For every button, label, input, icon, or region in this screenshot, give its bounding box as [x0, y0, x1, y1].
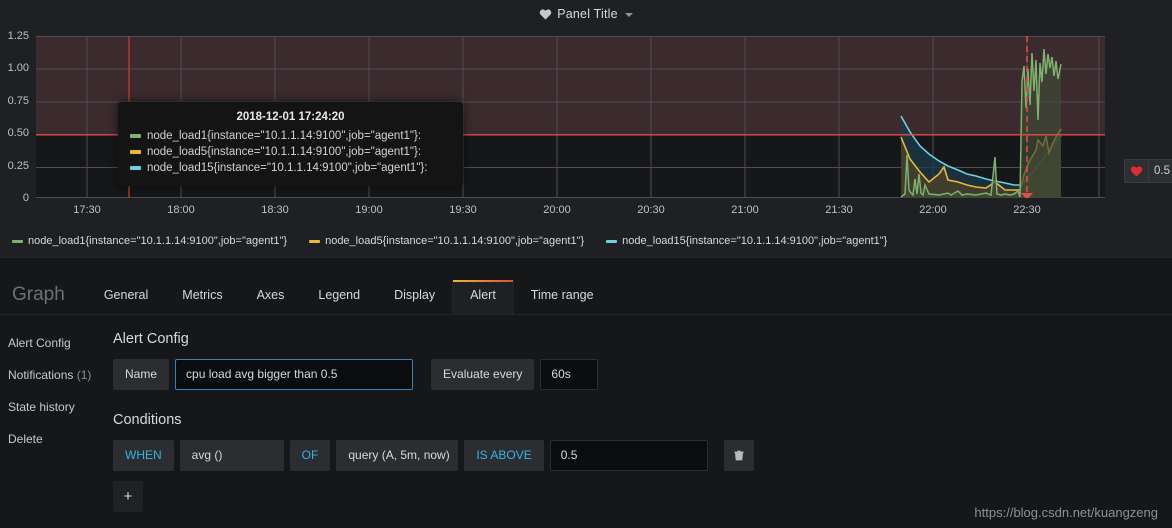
x-axis-tick: 20:00: [543, 204, 571, 216]
tab-alert[interactable]: Alert: [452, 280, 514, 314]
y-axis-tick: 0.25: [7, 159, 29, 172]
watermark: https://blog.csdn.net/kuangzeng: [974, 505, 1158, 520]
add-condition-button[interactable]: +: [113, 481, 143, 512]
panel-title: Panel Title: [557, 7, 618, 21]
sidebar-item-state-history[interactable]: State history: [0, 391, 110, 423]
condition-evaluator-select[interactable]: IS ABOVE: [464, 440, 544, 471]
series-color-swatch: [130, 134, 141, 138]
threshold-value[interactable]: 0.5: [1148, 160, 1172, 182]
evaluate-every-label: Evaluate every: [431, 359, 535, 390]
condition-row: WHEN avg () OF query (A, 5m, now) IS ABO…: [113, 440, 1172, 471]
legend-label: node_load15{instance="10.1.1.14:9100",jo…: [622, 235, 888, 247]
editor-tabbar: Graph General Metrics Axes Legend Displa…: [0, 272, 1172, 315]
chevron-down-icon[interactable]: [624, 13, 633, 17]
legend-label: node_load5{instance="10.1.1.14:9100",job…: [325, 235, 585, 247]
tooltip-series-row: node_load1{instance="10.1.1.14:9100",job…: [130, 128, 451, 144]
panel-title-dropdown[interactable]: Panel Title: [539, 7, 633, 21]
x-axis-tick: 20:30: [637, 204, 665, 216]
editor-kind-label: Graph: [12, 284, 65, 305]
x-axis: 17:30 18:00 18:30 19:00 19:30 20:00 20:30 21:00…: [36, 204, 1105, 224]
alert-name-input[interactable]: cpu load avg bigger than 0.5: [175, 359, 414, 390]
tooltip-series-label: node_load15{instance="10.1.1.14:9100",jo…: [147, 162, 428, 174]
evaluate-every-input[interactable]: 60s: [540, 359, 599, 390]
heart-icon: [539, 8, 552, 20]
tab-general[interactable]: General: [87, 280, 165, 314]
y-axis-tick: 1.00: [7, 62, 29, 75]
grafana-panel-editor: Panel Title 0 0.25 0.50 0.75 1.00 1.25 1…: [0, 0, 1172, 528]
graph-panel: Panel Title 0 0.25 0.50 0.75 1.00 1.25 1…: [0, 0, 1172, 258]
y-axis-tick: 0.75: [7, 94, 29, 107]
tab-metrics[interactable]: Metrics: [165, 280, 239, 314]
tooltip-series-row: node_load15{instance="10.1.1.14:9100",jo…: [130, 160, 451, 176]
notifications-count: (1): [76, 368, 92, 382]
legend-item[interactable]: node_load1{instance="10.1.1.14:9100",job…: [12, 235, 287, 247]
y-axis-tick: 0.50: [7, 127, 29, 140]
alert-editor: Alert Config Notifications (1) State his…: [0, 315, 1172, 528]
alert-config-form: Alert Config Name cpu load avg bigger th…: [113, 315, 1172, 512]
legend-label: node_load1{instance="10.1.1.14:9100",job…: [28, 235, 288, 247]
x-axis-tick: 17:30: [73, 204, 101, 216]
condition-reducer-select[interactable]: avg (): [179, 440, 284, 471]
legend-color-swatch[interactable]: [12, 239, 23, 243]
panel-header: Panel Title: [0, 0, 1172, 28]
sidebar-item-label: Notifications: [8, 368, 74, 382]
legend-item[interactable]: node_load5{instance="10.1.1.14:9100",job…: [309, 235, 584, 247]
alert-config-title: Alert Config: [113, 331, 189, 347]
x-axis-tick: 18:00: [167, 204, 195, 216]
name-label: Name: [113, 359, 170, 390]
tooltip-series-label: node_load1{instance="10.1.1.14:9100",job…: [147, 130, 422, 142]
tooltip-timestamp: 2018-12-01 17:24:20: [236, 111, 345, 123]
tooltip-series-label: node_load5{instance="10.1.1.14:9100",job…: [147, 146, 422, 158]
series-color-swatch: [130, 150, 141, 154]
series-color-swatch: [130, 166, 141, 170]
x-axis-tick: 19:00: [355, 204, 383, 216]
conditions-title: Conditions: [113, 412, 182, 428]
y-axis-tick: 1.25: [7, 30, 29, 42]
delete-condition-button[interactable]: [723, 440, 754, 471]
alert-name-row: Name cpu load avg bigger than 0.5 Evalua…: [113, 359, 1172, 390]
sidebar-item-delete[interactable]: Delete: [0, 423, 110, 455]
x-axis-tick: 22:30: [1013, 204, 1041, 216]
graph-legend: node_load1{instance="10.1.1.14:9100",job…: [0, 228, 1172, 254]
heart-icon: [1125, 165, 1148, 178]
sidebar-item-notifications[interactable]: Notifications (1): [0, 359, 110, 391]
condition-when-label: WHEN: [113, 440, 174, 471]
legend-item[interactable]: node_load15{instance="10.1.1.14:9100",jo…: [606, 235, 887, 247]
x-axis-tick: 22:00: [919, 204, 947, 216]
x-axis-tick: 18:30: [261, 204, 289, 216]
threshold-handle[interactable]: 0.5: [1124, 159, 1172, 183]
tab-time-range[interactable]: Time range: [514, 280, 611, 314]
tab-display[interactable]: Display: [377, 280, 452, 314]
x-axis-tick: 19:30: [449, 204, 477, 216]
graph-body: 0 0.25 0.50 0.75 1.00 1.25 17:30 18:00 1…: [0, 28, 1172, 228]
x-axis-tick: 21:00: [731, 204, 759, 216]
panel-editor: Graph General Metrics Axes Legend Displa…: [0, 272, 1172, 528]
tab-axes[interactable]: Axes: [240, 280, 302, 314]
legend-color-swatch[interactable]: [309, 239, 321, 243]
condition-threshold-input[interactable]: 0.5: [549, 440, 708, 471]
tab-legend[interactable]: Legend: [301, 280, 377, 314]
condition-of-label: OF: [289, 440, 331, 471]
sidebar-item-alert-config[interactable]: Alert Config: [0, 327, 110, 359]
y-axis: 0 0.25 0.50 0.75 1.00 1.25: [0, 28, 34, 204]
condition-query-select[interactable]: query (A, 5m, now): [336, 440, 459, 471]
tooltip-series-row: node_load5{instance="10.1.1.14:9100",job…: [130, 144, 451, 160]
y-axis-tick: 0: [22, 192, 29, 204]
alert-sidebar: Alert Config Notifications (1) State his…: [0, 327, 110, 455]
x-axis-tick: 21:30: [825, 204, 853, 216]
trash-icon: [733, 450, 744, 461]
legend-color-swatch[interactable]: [606, 239, 618, 243]
graph-tooltip: 2018-12-01 17:24:20 node_load1{instance=…: [118, 102, 463, 186]
